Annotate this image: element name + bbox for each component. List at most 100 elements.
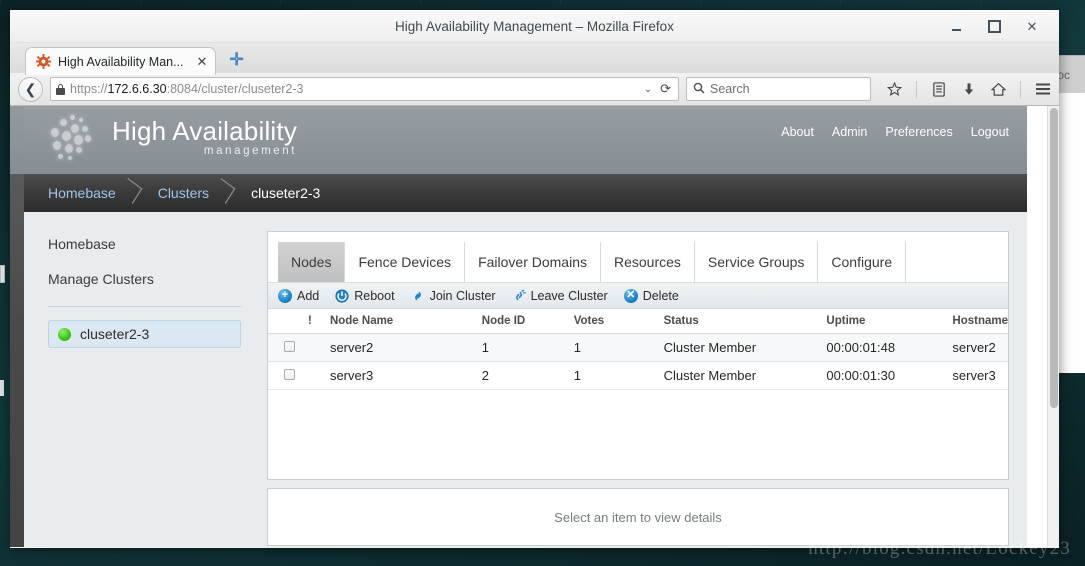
sidebar: Homebase Manage Clusters cluseter2-3	[24, 212, 261, 523]
col-alert: !	[307, 309, 330, 334]
col-status: Status	[663, 309, 827, 334]
table-header-row: ! Node Name Node ID Votes Status Uptime …	[268, 309, 1008, 334]
search-bar[interactable]: Search	[686, 77, 871, 101]
reload-icon[interactable]: ⟳	[660, 81, 673, 97]
link-icon	[411, 289, 425, 303]
breadcrumb-clusters[interactable]: Clusters	[148, 185, 219, 201]
search-icon	[693, 82, 705, 97]
bookmark-star-icon[interactable]	[886, 81, 903, 98]
new-tab-button[interactable]: ✛	[229, 50, 243, 70]
breadcrumb-homebase[interactable]: Homebase	[38, 185, 126, 201]
tab-service-groups[interactable]: Service Groups	[695, 242, 819, 282]
breadcrumb-separator-2	[219, 174, 241, 212]
tab-failover-domains[interactable]: Failover Domains	[465, 242, 601, 282]
row-select-cell[interactable]	[268, 333, 308, 362]
delete-button[interactable]: ✕ Delete	[623, 288, 679, 303]
col-uptime: Uptime	[826, 309, 953, 334]
close-button[interactable]: ✕	[1023, 18, 1041, 36]
home-icon[interactable]	[990, 81, 1007, 98]
col-node-id: Node ID	[481, 309, 574, 334]
cell-hostname: server2	[952, 333, 1008, 362]
background-window-left-sliver	[0, 265, 5, 283]
page-scrollbar[interactable]	[1047, 106, 1059, 547]
detail-panel: Select an item to view details	[267, 488, 1009, 546]
cell-node-id: 2	[481, 361, 574, 390]
page-content: High Availability management About Admin…	[10, 106, 1047, 547]
sidebar-item-manage-clusters[interactable]: Manage Clusters	[48, 271, 261, 287]
downloads-icon[interactable]	[960, 81, 977, 98]
tab-fence-devices[interactable]: Fence Devices	[345, 242, 466, 282]
add-label: Add	[297, 288, 320, 303]
header-link-logout[interactable]: Logout	[971, 125, 1009, 139]
cell-uptime: 00:00:01:48	[826, 333, 953, 362]
tab-title: High Availability Man...	[58, 54, 184, 69]
leave-cluster-button[interactable]: Leave Cluster	[512, 289, 608, 303]
browser-action-icons	[878, 80, 1051, 98]
brand-line-1: High Availability	[112, 116, 298, 147]
page-left-gutter	[10, 174, 24, 547]
table-row[interactable]: server3 2 1 Cluster Member 00:00:01:30 s…	[268, 361, 1008, 390]
table-row[interactable]: server2 1 1 Cluster Member 00:00:01:48 s…	[268, 333, 1008, 362]
sidebar-item-homebase[interactable]: Homebase	[48, 236, 261, 252]
brand-text: High Availability management	[112, 118, 297, 158]
tab-configure[interactable]: Configure	[818, 242, 907, 282]
cell-uptime: 00:00:01:30	[826, 361, 953, 390]
col-node-name: Node Name	[329, 309, 482, 334]
reboot-label: Reboot	[354, 288, 395, 303]
detail-placeholder-text: Select an item to view details	[554, 509, 722, 525]
row-alert-cell	[307, 333, 330, 362]
brand-line-2: management	[203, 145, 298, 158]
url-dropdown-icon[interactable]: ⌄	[641, 84, 655, 95]
menu-hamburger-icon[interactable]	[1034, 81, 1051, 98]
library-icon[interactable]	[930, 81, 947, 98]
dots-logo-icon	[48, 113, 102, 163]
cell-votes: 1	[573, 333, 664, 362]
page-viewport: High Availability management About Admin…	[10, 106, 1059, 547]
breadcrumb-separator-1	[126, 174, 148, 212]
sidebar-cluster-label: cluseter2-3	[80, 326, 150, 342]
cell-node-id: 1	[481, 333, 574, 362]
tab-close-icon[interactable]: ✕	[191, 55, 208, 68]
table-header: ! Node Name Node ID Votes Status Uptime …	[268, 309, 1008, 334]
page-scrollbar-thumb[interactable]	[1050, 108, 1058, 408]
sidebar-divider	[48, 306, 241, 307]
row-select-cell[interactable]	[268, 361, 308, 390]
nodes-table: ! Node Name Node ID Votes Status Uptime …	[268, 309, 1008, 390]
cell-status: Cluster Member	[663, 333, 827, 362]
row-checkbox[interactable]	[284, 341, 295, 352]
tab-resources[interactable]: Resources	[601, 242, 695, 282]
url-bar[interactable]: https://172.6.6.30:8084/cluster/cluseter…	[50, 77, 679, 101]
nodes-card: Nodes Fence Devices Failover Domains Res…	[267, 231, 1009, 480]
join-cluster-label: Join Cluster	[429, 288, 496, 303]
reboot-button[interactable]: Reboot	[335, 288, 395, 303]
tab-strip: High Availability Man... ✕ ✛	[10, 43, 1059, 75]
content-area: Homebase Manage Clusters cluseter2-3 Nod…	[24, 212, 1027, 546]
add-button[interactable]: + Add	[278, 288, 320, 303]
cell-node-name: server3	[329, 361, 482, 390]
gear-icon	[36, 54, 51, 69]
breadcrumb-current: cluseter2-3	[251, 185, 321, 201]
tab-nodes[interactable]: Nodes	[278, 242, 346, 282]
cell-node-name: server2	[329, 333, 482, 362]
cell-hostname: server3	[952, 361, 1008, 390]
app-header: High Availability management About Admin…	[24, 106, 1027, 174]
main-panel: Nodes Fence Devices Failover Domains Res…	[261, 212, 1027, 546]
maximize-button[interactable]	[985, 18, 1003, 36]
browser-tab[interactable]: High Availability Man... ✕	[25, 47, 217, 75]
power-gear-icon	[335, 288, 349, 303]
page-right-gutter	[1027, 106, 1047, 547]
window-titlebar: High Availability Management – Mozilla F…	[10, 10, 1059, 43]
minimize-button[interactable]	[947, 18, 965, 36]
lock-icon	[56, 83, 65, 95]
back-button[interactable]: ❮	[18, 76, 43, 102]
header-link-about[interactable]: About	[781, 125, 814, 139]
header-link-admin[interactable]: Admin	[832, 125, 867, 139]
header-link-preferences[interactable]: Preferences	[885, 125, 952, 139]
row-checkbox[interactable]	[284, 369, 295, 380]
broken-link-icon	[512, 289, 526, 303]
join-cluster-button[interactable]: Join Cluster	[411, 289, 496, 303]
delete-label: Delete	[642, 288, 679, 303]
url-text: https://172.6.6.30:8084/cluster/cluseter…	[70, 82, 304, 96]
sidebar-item-cluster[interactable]: cluseter2-3	[48, 320, 241, 348]
window-controls: ✕	[947, 10, 1051, 43]
